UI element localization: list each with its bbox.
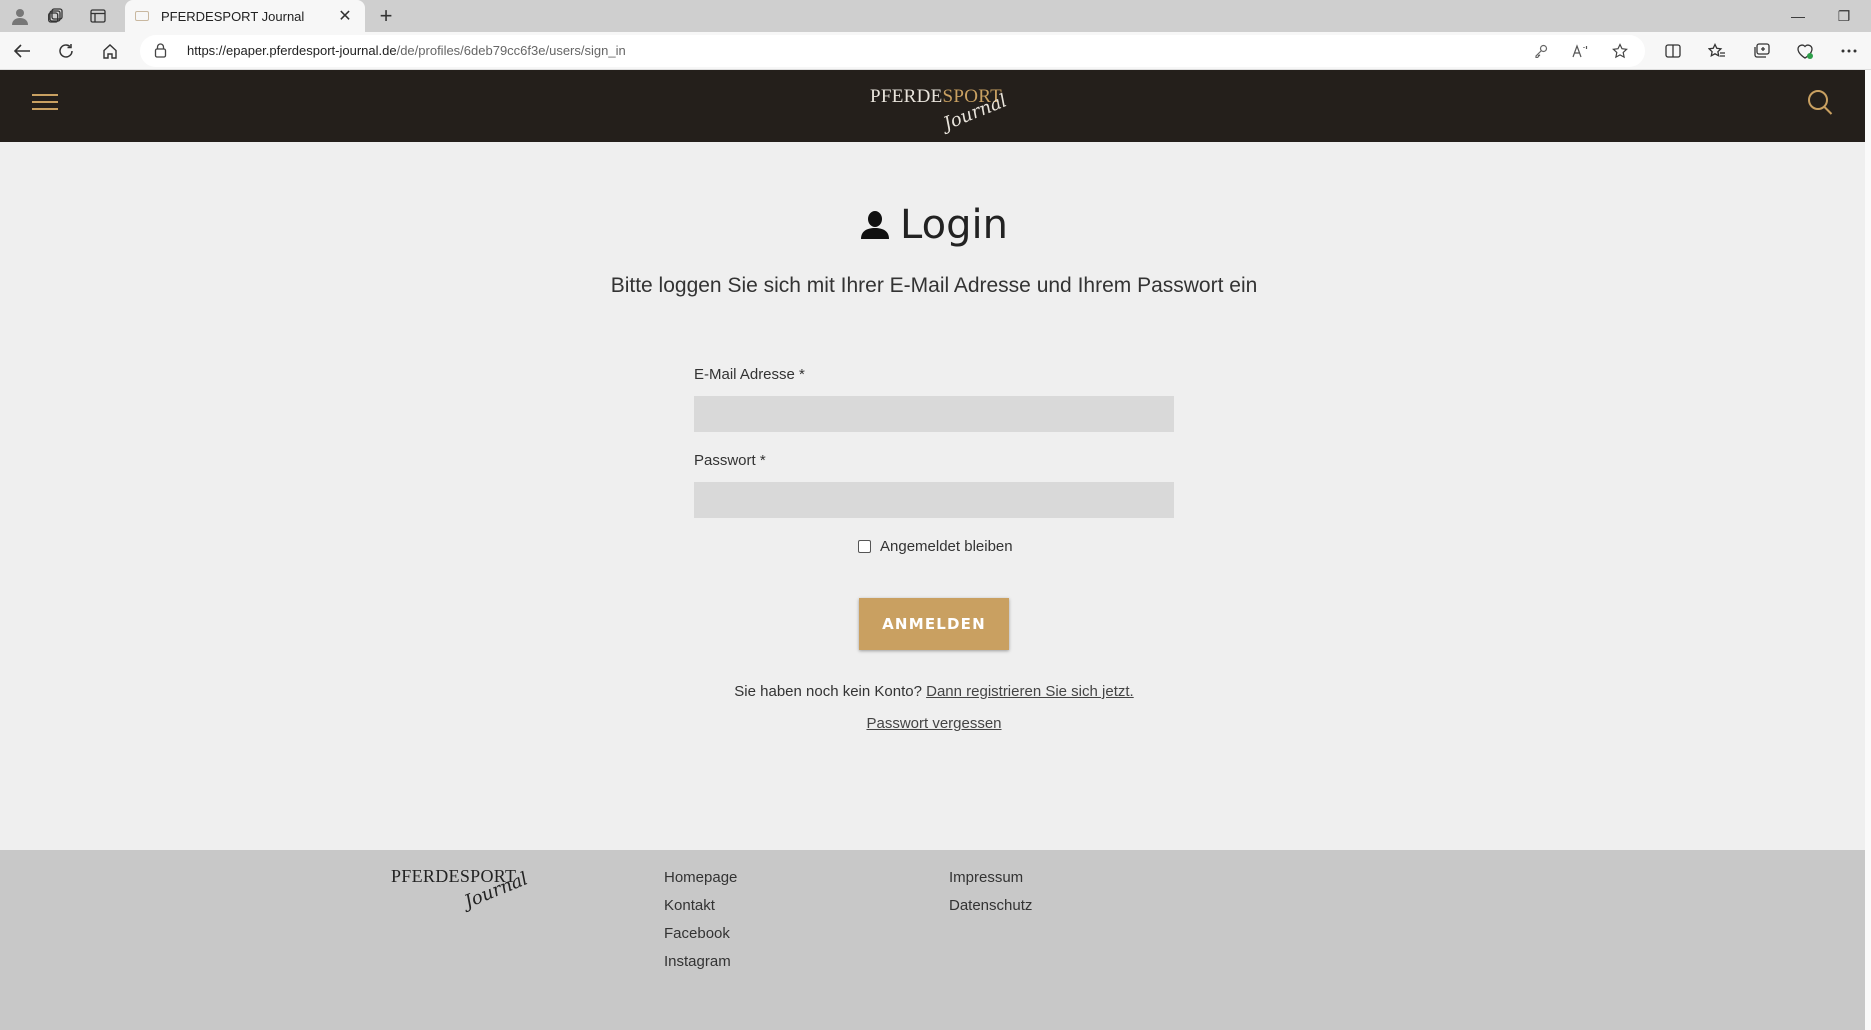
site-logo[interactable]: PFERDESPORT Journal	[870, 84, 1010, 135]
new-tab-button[interactable]: +	[372, 0, 400, 32]
user-icon	[860, 204, 890, 250]
forgot-password-link[interactable]: Passwort vergessen	[0, 715, 1868, 732]
browser-tab-active[interactable]: PFERDESPORT Journal ✕	[125, 0, 365, 32]
minimize-button[interactable]: —	[1775, 0, 1821, 32]
split-screen-icon[interactable]	[1656, 36, 1690, 66]
footer-links-primary: Homepage Kontakt Facebook Instagram	[664, 866, 737, 978]
password-label: Passwort *	[694, 452, 766, 469]
scrollbar[interactable]	[1865, 70, 1871, 1030]
url-field[interactable]: https://epaper.pferdesport-journal.de/de…	[140, 35, 1645, 67]
footer-link-instagram[interactable]: Instagram	[664, 950, 737, 978]
menu-hamburger-icon[interactable]	[32, 94, 58, 118]
footer-link-datenschutz[interactable]: Datenschutz	[949, 894, 1032, 922]
footer-link-homepage[interactable]: Homepage	[664, 866, 737, 894]
email-label: E-Mail Adresse *	[694, 366, 805, 383]
favorites-icon[interactable]	[1700, 36, 1734, 66]
page-title: Login	[0, 202, 1868, 250]
footer-link-impressum[interactable]: Impressum	[949, 866, 1032, 894]
key-icon[interactable]	[1529, 41, 1553, 61]
url-text: https://epaper.pferdesport-journal.de/de…	[187, 43, 626, 58]
password-field[interactable]	[694, 482, 1174, 518]
remember-me: Angemeldet bleiben	[858, 538, 1013, 555]
tab-title: PFERDESPORT Journal	[161, 8, 305, 24]
footer-logo[interactable]: PFERDESPORT Journal	[391, 864, 531, 913]
tab-actions-icon[interactable]	[78, 0, 118, 32]
site-footer: PFERDESPORT Journal Homepage Kontakt Fac…	[0, 850, 1871, 1030]
login-page: Login Bitte loggen Sie sich mit Ihrer E-…	[0, 142, 1871, 850]
register-prompt: Sie haben noch kein Konto? Dann registri…	[734, 683, 1134, 700]
footer-links-legal: Impressum Datenschutz	[949, 866, 1032, 922]
browser-tab-bar: PFERDESPORT Journal ✕ + — ❐	[0, 0, 1871, 32]
remember-me-checkbox[interactable]	[858, 540, 871, 553]
register-link[interactable]: Dann registrieren Sie sich jetzt.	[926, 683, 1134, 700]
collections-icon[interactable]	[1744, 36, 1778, 66]
remember-me-label[interactable]: Angemeldet bleiben	[880, 538, 1013, 555]
workspaces-icon[interactable]	[36, 0, 76, 32]
tab-favicon-icon	[135, 11, 149, 21]
footer-link-facebook[interactable]: Facebook	[664, 922, 737, 950]
favorite-star-icon[interactable]	[1608, 41, 1632, 61]
site-header: PFERDESPORT Journal	[0, 70, 1871, 142]
restore-button[interactable]: ❐	[1821, 0, 1867, 32]
more-menu-icon[interactable]	[1832, 36, 1866, 66]
refresh-icon[interactable]	[50, 36, 82, 66]
profile-icon[interactable]	[0, 0, 40, 32]
home-icon[interactable]	[94, 36, 126, 66]
browser-essentials-icon[interactable]	[1788, 36, 1822, 66]
search-icon[interactable]	[1806, 88, 1836, 122]
footer-link-kontakt[interactable]: Kontakt	[664, 894, 737, 922]
back-arrow-icon[interactable]	[6, 36, 38, 66]
tab-close-icon[interactable]: ✕	[335, 6, 355, 26]
login-subtitle: Bitte loggen Sie sich mit Ihrer E-Mail A…	[610, 274, 1258, 297]
lock-icon[interactable]	[154, 43, 167, 63]
email-field[interactable]	[694, 396, 1174, 432]
login-submit-button[interactable]: ANMELDEN	[859, 598, 1009, 650]
read-aloud-icon[interactable]	[1569, 41, 1593, 61]
browser-address-bar: https://epaper.pferdesport-journal.de/de…	[0, 32, 1871, 70]
